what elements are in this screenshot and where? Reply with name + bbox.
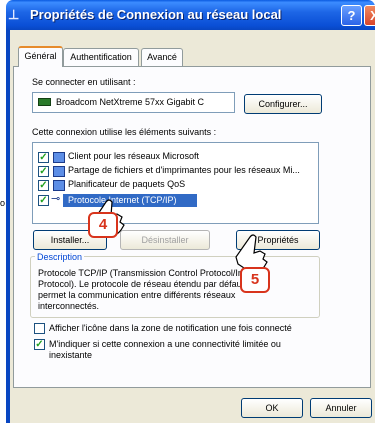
step-4-badge: 4 — [88, 212, 118, 238]
tutorial-overlay — [96, 199, 268, 274]
step-5-badge: 5 — [240, 267, 270, 293]
